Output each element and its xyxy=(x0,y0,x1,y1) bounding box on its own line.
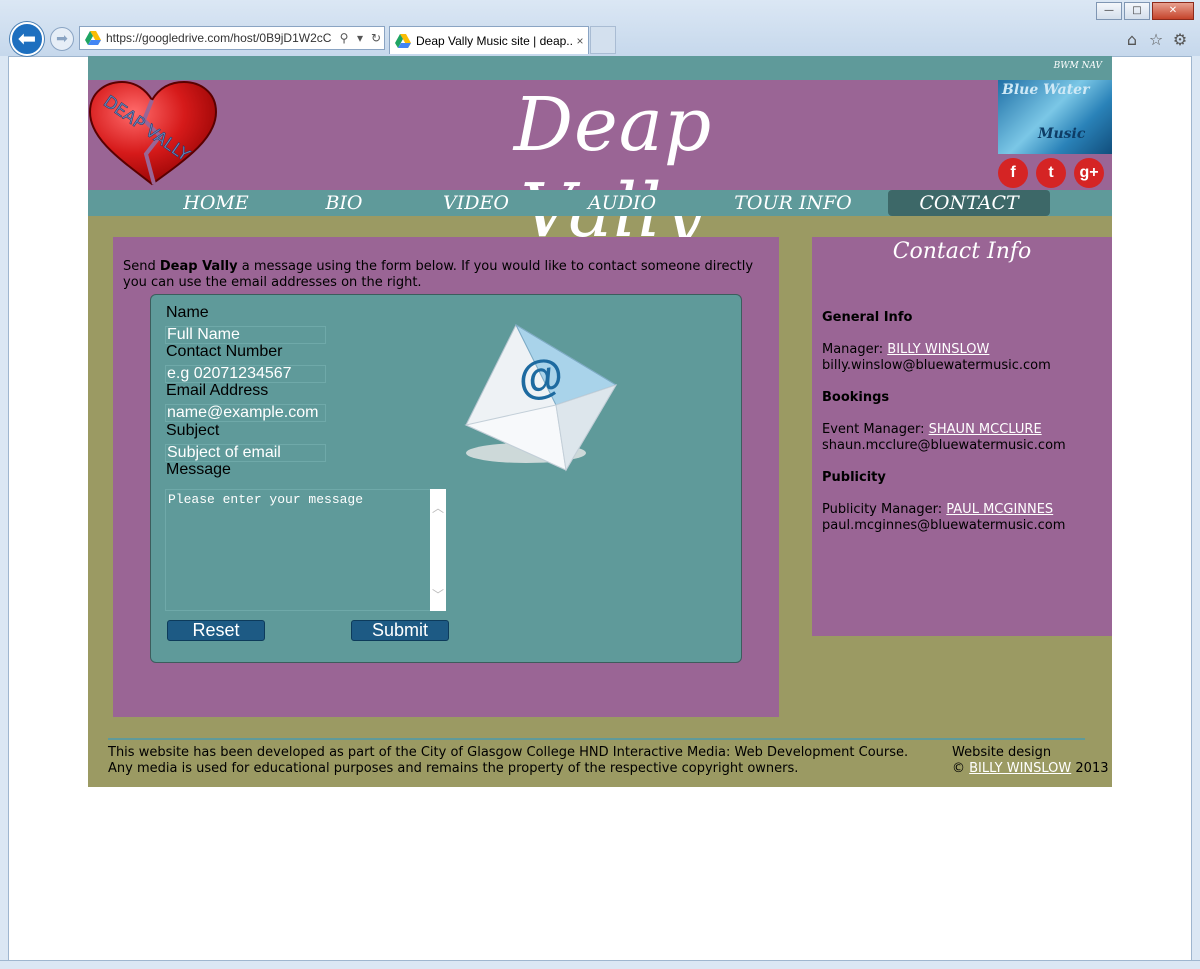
back-button[interactable]: ⬅ xyxy=(10,22,44,56)
forward-button[interactable]: ➡ xyxy=(50,27,74,51)
message-label: Message xyxy=(166,461,231,478)
footer-credits: Website design © BILLY WINSLOW 2013 xyxy=(952,745,1108,777)
event-email: shaun.mcclure@bluewatermusic.com xyxy=(822,438,1066,453)
submit-button[interactable]: Submit xyxy=(351,620,449,641)
tab-title: Deap Vally Music site | deap... xyxy=(416,33,572,48)
footer-copyright: © xyxy=(952,761,970,776)
broken-heart-logo[interactable]: DEAP VALLY xyxy=(88,80,218,190)
address-bar[interactable]: https://googledrive.com/host/0B9jD1W2cC … xyxy=(79,26,385,50)
subject-input[interactable]: Subject of email xyxy=(165,444,326,462)
minimize-button[interactable]: — xyxy=(1096,2,1122,20)
footer-divider xyxy=(108,738,1085,740)
browser-tools: ⌂ ☆ ⚙ xyxy=(1120,30,1192,49)
main-nav: HOME BIO VIDEO AUDIO TOUR INFO CONTACT xyxy=(88,190,1112,216)
manager-link[interactable]: BILLY WINSLOW xyxy=(887,342,989,357)
footer-line1: This website has been developed as part … xyxy=(108,745,909,760)
browser-chrome: — □ ✕ ⬅ ➡ https://googledrive.com/host/0… xyxy=(0,0,1200,57)
subject-label: Subject xyxy=(166,422,220,439)
forward-arrow-icon: ➡ xyxy=(56,31,68,47)
scroll-up-icon[interactable]: ︿ xyxy=(430,499,446,516)
home-icon[interactable]: ⌂ xyxy=(1120,30,1144,49)
footer-year: 2013 xyxy=(1071,761,1109,776)
close-window-button[interactable]: ✕ xyxy=(1152,2,1194,20)
maximize-button[interactable]: □ xyxy=(1124,2,1150,20)
email-input[interactable]: name@example.com xyxy=(165,404,326,422)
bookings-heading: Bookings xyxy=(822,390,890,405)
contact-info-title: Contact Info xyxy=(892,239,1032,264)
search-icon[interactable]: ⚲ xyxy=(336,31,352,45)
manager-email: billy.winslow@bluewatermusic.com xyxy=(822,358,1051,373)
dropdown-icon[interactable]: ▾ xyxy=(352,31,368,45)
footer-line2: Any media is used for educational purpos… xyxy=(108,761,799,776)
phone-input[interactable]: e.g 02071234567 xyxy=(165,365,326,383)
settings-gear-icon[interactable]: ⚙ xyxy=(1168,30,1192,49)
publicity-heading: Publicity xyxy=(822,470,886,485)
name-label: Name xyxy=(166,304,209,321)
footer-author-link[interactable]: BILLY WINSLOW xyxy=(969,761,1071,776)
general-info-heading: General Info xyxy=(822,310,913,325)
message-textarea[interactable]: Please enter your message xyxy=(165,489,431,611)
manager-line: Manager: BILLY WINSLOW billy.winslow@blu… xyxy=(822,342,1051,374)
new-tab-button[interactable] xyxy=(590,26,616,54)
intro-text: Send Deap Vally a message using the form… xyxy=(123,259,779,291)
contact-form: Name Full Name Contact Number e.g 020712… xyxy=(150,294,742,663)
site-header: DEAP VALLY Deap Vally Blue Water Music f… xyxy=(88,80,1112,254)
footer-disclaimer: This website has been developed as part … xyxy=(108,745,908,777)
window-frame-right xyxy=(1191,56,1200,969)
logo-line1: Blue Water xyxy=(1002,82,1090,98)
back-arrow-icon: ⬅ xyxy=(17,27,37,52)
favorites-star-icon[interactable]: ☆ xyxy=(1144,30,1168,49)
twitter-icon[interactable]: t xyxy=(1036,158,1066,188)
phone-label: Contact Number xyxy=(166,343,283,360)
social-links: f t g+ xyxy=(998,158,1112,188)
window-frame-left xyxy=(0,56,9,969)
manager-role: Manager: xyxy=(822,342,888,357)
window-controls: — □ ✕ xyxy=(1094,2,1194,20)
google-drive-icon xyxy=(85,31,101,45)
browser-tab[interactable]: Deap Vally Music site | deap... × xyxy=(389,26,589,54)
tab-close-icon[interactable]: × xyxy=(572,34,588,48)
site-container: BWM NAV DEAP VALLY Deap Vally Blue Water… xyxy=(88,56,1112,787)
bwm-nav-label[interactable]: BWM NAV xyxy=(1054,61,1102,71)
site-title: Deap Vally xyxy=(513,82,713,254)
nav-tour-info[interactable]: TOUR INFO xyxy=(728,190,858,216)
nav-contact[interactable]: CONTACT xyxy=(888,190,1050,216)
publicity-email: paul.mcginnes@bluewatermusic.com xyxy=(822,518,1066,533)
contact-info-panel: Contact Info General Info Manager: BILLY… xyxy=(812,237,1112,636)
publicity-role: Publicity Manager: xyxy=(822,502,947,517)
nav-home[interactable]: HOME xyxy=(168,190,264,216)
publicity-manager-link[interactable]: PAUL MCGINNES xyxy=(946,502,1053,517)
name-input[interactable]: Full Name xyxy=(165,326,326,344)
scroll-down-icon[interactable]: ﹀ xyxy=(430,586,446,603)
tab-drive-icon xyxy=(395,33,411,48)
textarea-scrollbar[interactable]: ︿ ﹀ xyxy=(430,489,446,611)
event-manager-line: Event Manager: SHAUN MCCLURE shaun.mcclu… xyxy=(822,422,1066,454)
contact-form-panel: Send Deap Vally a message using the form… xyxy=(113,237,779,717)
reset-button[interactable]: Reset xyxy=(167,620,265,641)
intro-band-name: Deap Vally xyxy=(159,259,238,274)
logo-line2: Music xyxy=(1038,126,1086,142)
email-envelope-icon: @ xyxy=(446,315,626,475)
nav-bio[interactable]: BIO xyxy=(294,190,394,216)
facebook-icon[interactable]: f xyxy=(998,158,1028,188)
at-symbol: @ xyxy=(515,347,567,405)
top-bar: BWM NAV xyxy=(88,56,1112,80)
blue-water-music-logo[interactable]: Blue Water Music xyxy=(998,80,1112,154)
google-plus-icon[interactable]: g+ xyxy=(1074,158,1104,188)
nav-audio[interactable]: AUDIO xyxy=(572,190,672,216)
intro-pre: Send xyxy=(123,259,160,274)
address-url[interactable]: https://googledrive.com/host/0B9jD1W2cC xyxy=(106,31,336,45)
footer-design-label: Website design xyxy=(952,745,1052,760)
refresh-icon[interactable]: ↻ xyxy=(368,31,384,45)
window-frame-bottom xyxy=(0,960,1200,969)
publicity-manager-line: Publicity Manager: PAUL MCGINNES paul.mc… xyxy=(822,502,1065,534)
event-manager-link[interactable]: SHAUN MCCLURE xyxy=(929,422,1042,437)
nav-video[interactable]: VIDEO xyxy=(426,190,526,216)
email-label: Email Address xyxy=(166,382,269,399)
event-role: Event Manager: xyxy=(822,422,929,437)
